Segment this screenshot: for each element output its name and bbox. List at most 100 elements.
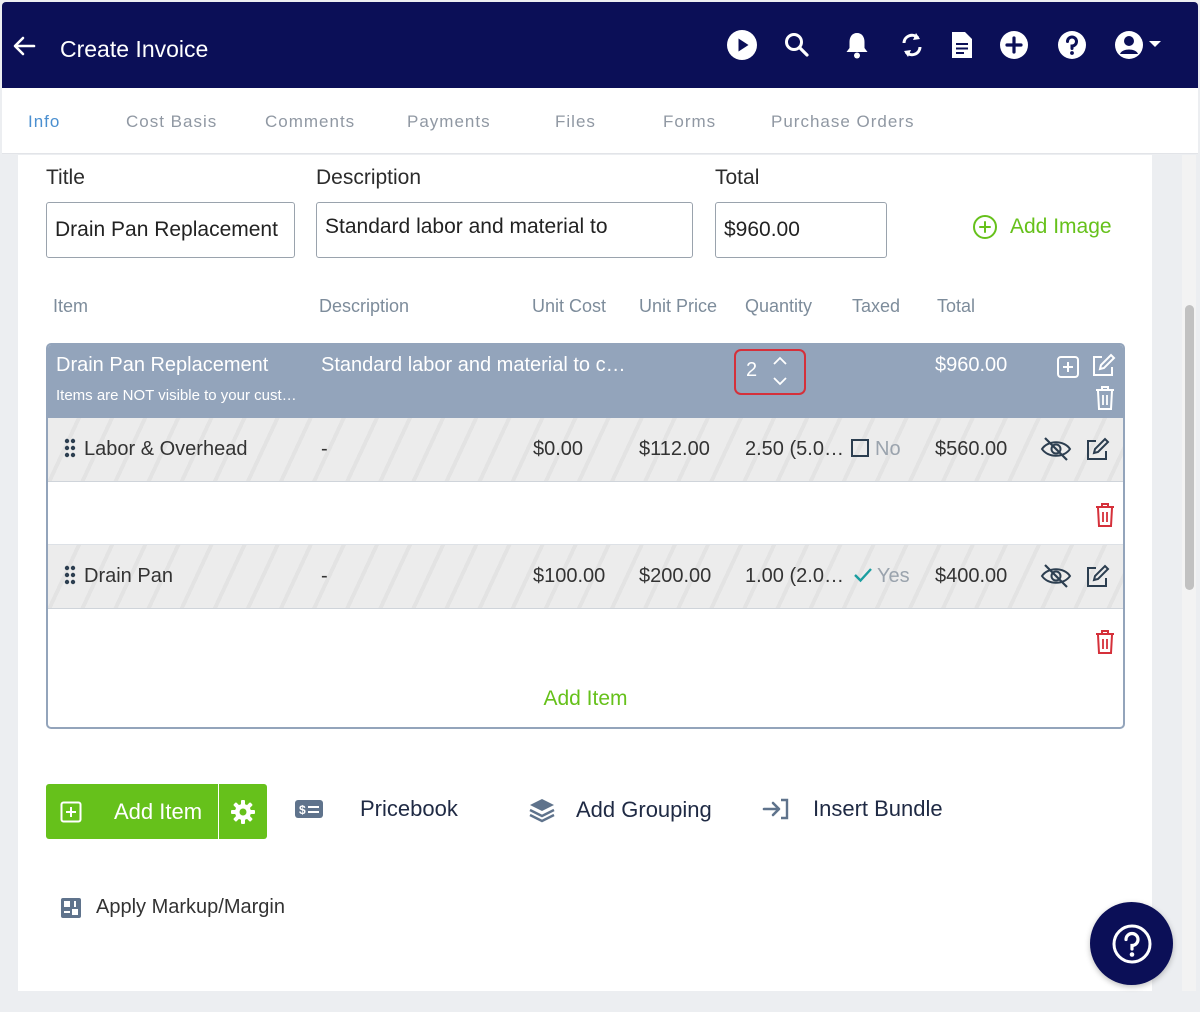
item-total: $400.00 (935, 565, 1008, 587)
add-image-label: Add Image (1010, 215, 1112, 238)
drag-handle-icon[interactable] (64, 565, 76, 585)
edit-icon[interactable] (1083, 563, 1111, 591)
checkmark-icon[interactable] (853, 567, 873, 583)
delete-icon[interactable] (1093, 501, 1117, 529)
pricebook-button[interactable]: $ Pricebook (294, 796, 458, 822)
document-icon[interactable] (945, 28, 979, 62)
tab-info[interactable]: Info (28, 112, 60, 132)
tab-files[interactable]: Files (555, 112, 596, 132)
group-quantity-stepper[interactable]: 2 (734, 349, 806, 395)
tab-bar: Info Cost Basis Comments Payments Files … (2, 88, 1198, 154)
add-circle-icon[interactable] (997, 28, 1031, 62)
title-input[interactable]: Drain Pan Replacement (46, 202, 295, 258)
description-label: Description (316, 166, 422, 189)
col-unit-cost: Unit Cost (532, 296, 607, 316)
item-quantity: 2.50 (5.0… (745, 438, 844, 460)
add-item-button[interactable]: Add Item (46, 784, 218, 839)
title-label: Title (46, 166, 85, 189)
group-name: Drain Pan Replacement (56, 354, 269, 376)
add-square-icon[interactable] (1056, 355, 1080, 379)
insert-bundle-label: Insert Bundle (813, 796, 943, 821)
apply-markup-label: Apply Markup/Margin (96, 896, 285, 918)
drag-handle-icon[interactable] (64, 438, 76, 458)
visibility-off-icon[interactable] (1040, 436, 1072, 462)
col-description: Description (319, 296, 410, 316)
play-icon[interactable] (725, 28, 759, 62)
item-quantity: 1.00 (2.0… (745, 565, 844, 587)
group-description: Standard labor and material to c… (321, 354, 626, 376)
back-arrow-icon[interactable] (10, 32, 38, 60)
item-taxed: Yes (877, 565, 910, 587)
line-items-group: Drain Pan Replacement Standard labor and… (46, 343, 1125, 729)
item-description: - (321, 438, 328, 460)
chevron-up-icon[interactable] (771, 355, 789, 367)
search-icon[interactable] (780, 28, 814, 62)
col-quantity: Quantity (745, 296, 813, 316)
trash-icon[interactable] (1093, 384, 1117, 412)
help-icon[interactable] (1055, 28, 1089, 62)
table-row[interactable]: Labor & Overhead - $0.00 $112.00 2.50 (5… (48, 418, 1123, 482)
edit-icon[interactable] (1083, 436, 1111, 464)
help-icon (1112, 924, 1151, 963)
col-taxed: Taxed (852, 296, 901, 316)
item-unit-price: $112.00 (639, 438, 710, 460)
col-total: Total (937, 296, 976, 316)
group-quantity-value[interactable]: 2 (746, 359, 757, 382)
delete-icon[interactable] (1093, 628, 1117, 656)
add-grouping-button[interactable]: Add Grouping (528, 796, 712, 824)
tab-payments[interactable]: Payments (407, 112, 491, 132)
item-name: Drain Pan (84, 565, 173, 587)
tab-cost-basis[interactable]: Cost Basis (126, 112, 217, 132)
item-name-cell: Labor & Overhead (64, 438, 247, 461)
add-item-settings-button[interactable] (219, 784, 267, 839)
visibility-off-icon[interactable] (1040, 563, 1072, 589)
item-actions-row (48, 482, 1123, 545)
insert-bundle-button[interactable]: Insert Bundle (762, 796, 943, 822)
item-total: $560.00 (935, 438, 1008, 460)
tab-forms[interactable]: Forms (663, 112, 716, 132)
col-item: Item (53, 296, 89, 316)
scrollbar-thumb[interactable] (1185, 305, 1194, 590)
apply-markup-button[interactable]: Apply Markup/Margin (60, 896, 285, 919)
chevron-down-icon[interactable] (771, 375, 789, 387)
total-input[interactable]: $960.00 (715, 202, 887, 258)
item-unit-cost: $0.00 (533, 438, 584, 460)
tab-purchase-orders[interactable]: Purchase Orders (771, 112, 915, 132)
svg-text:$: $ (299, 803, 306, 817)
add-square-icon (60, 801, 82, 822)
add-item-link[interactable]: Add Item (48, 687, 1123, 711)
pricebook-label: Pricebook (360, 796, 458, 821)
table-row[interactable]: Drain Pan - $100.00 $200.00 1.00 (2.0… Y… (48, 545, 1123, 609)
help-fab-button[interactable] (1090, 902, 1173, 985)
total-label: Total (715, 166, 760, 189)
tab-comments[interactable]: Comments (265, 112, 355, 132)
item-taxed: No (875, 438, 901, 460)
markup-icon (61, 897, 81, 918)
item-taxed-cell: Yes (853, 565, 910, 588)
item-taxed-cell: No (851, 438, 901, 461)
gear-icon (231, 799, 255, 824)
top-bar: Create Invoice (2, 2, 1198, 88)
item-actions-row (48, 609, 1123, 672)
item-unit-cost: $100.00 (533, 565, 606, 587)
user-menu-icon[interactable] (1114, 28, 1166, 62)
add-image-button[interactable]: Add Image (972, 214, 1112, 240)
sync-icon[interactable] (895, 28, 929, 62)
description-input[interactable]: Standard labor and material to (316, 202, 693, 258)
edit-icon[interactable] (1089, 352, 1117, 380)
checkbox-unchecked-icon[interactable] (851, 439, 869, 457)
add-circle-outline-icon (973, 215, 997, 239)
item-unit-price: $200.00 (639, 565, 712, 587)
group-visibility-note: Items are NOT visible to your cust… (56, 387, 297, 404)
item-name-cell: Drain Pan (64, 565, 173, 588)
group-total: $960.00 (935, 354, 1008, 376)
group-header: Drain Pan Replacement Standard labor and… (48, 345, 1123, 418)
add-item-label: Add Item (114, 798, 203, 824)
item-name: Labor & Overhead (84, 438, 248, 460)
page-title: Create Invoice (60, 36, 209, 62)
sign-in-icon (762, 798, 789, 820)
bell-icon[interactable] (840, 28, 874, 62)
item-description: - (321, 565, 328, 587)
add-grouping-label: Add Grouping (576, 797, 712, 822)
col-unit-price: Unit Price (639, 296, 718, 316)
